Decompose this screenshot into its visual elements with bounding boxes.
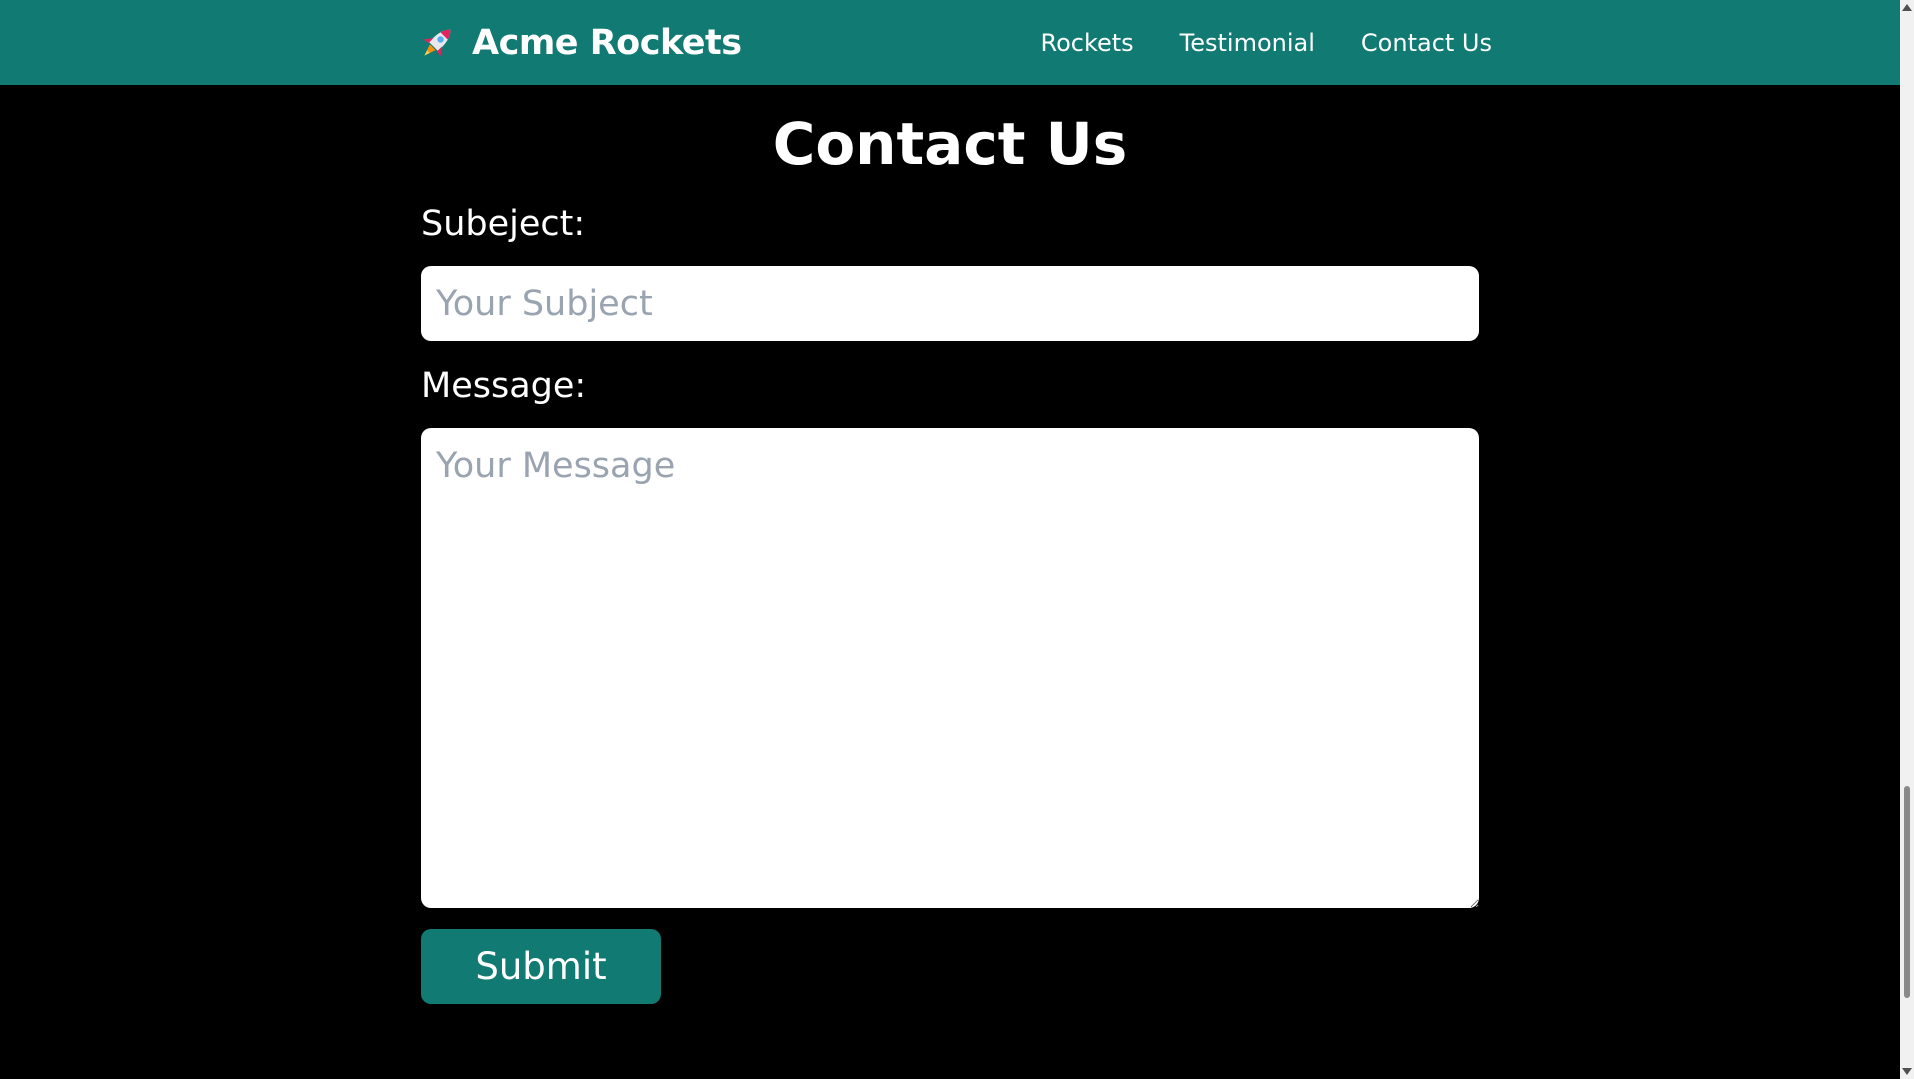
rocket-icon [416, 22, 458, 64]
nav-link-testimonial[interactable]: Testimonial [1180, 27, 1315, 59]
subject-label: Subeject: [421, 204, 586, 244]
page-title: Contact Us [772, 110, 1128, 178]
message-label: Message: [421, 366, 587, 406]
brand-link[interactable]: Acme Rockets [416, 18, 742, 68]
brand-name: Acme Rockets [472, 23, 742, 63]
subject-input[interactable] [421, 266, 1479, 341]
message-textarea[interactable] [421, 428, 1479, 908]
scroll-down-arrow-icon[interactable] [1902, 1068, 1912, 1075]
contact-page: Acme Rockets Rockets Testimonial Contact… [0, 0, 1914, 1079]
nav-link-contact-us[interactable]: Contact Us [1361, 27, 1492, 59]
scroll-up-arrow-icon[interactable] [1902, 4, 1912, 11]
top-navbar: Acme Rockets Rockets Testimonial Contact… [0, 0, 1900, 85]
submit-button[interactable]: Submit [421, 929, 661, 1004]
page-scrollbar[interactable] [1900, 0, 1914, 1079]
nav-links: Rockets Testimonial Contact Us [1040, 27, 1492, 59]
nav-link-rockets[interactable]: Rockets [1040, 27, 1133, 59]
scrollbar-thumb[interactable] [1904, 786, 1910, 998]
